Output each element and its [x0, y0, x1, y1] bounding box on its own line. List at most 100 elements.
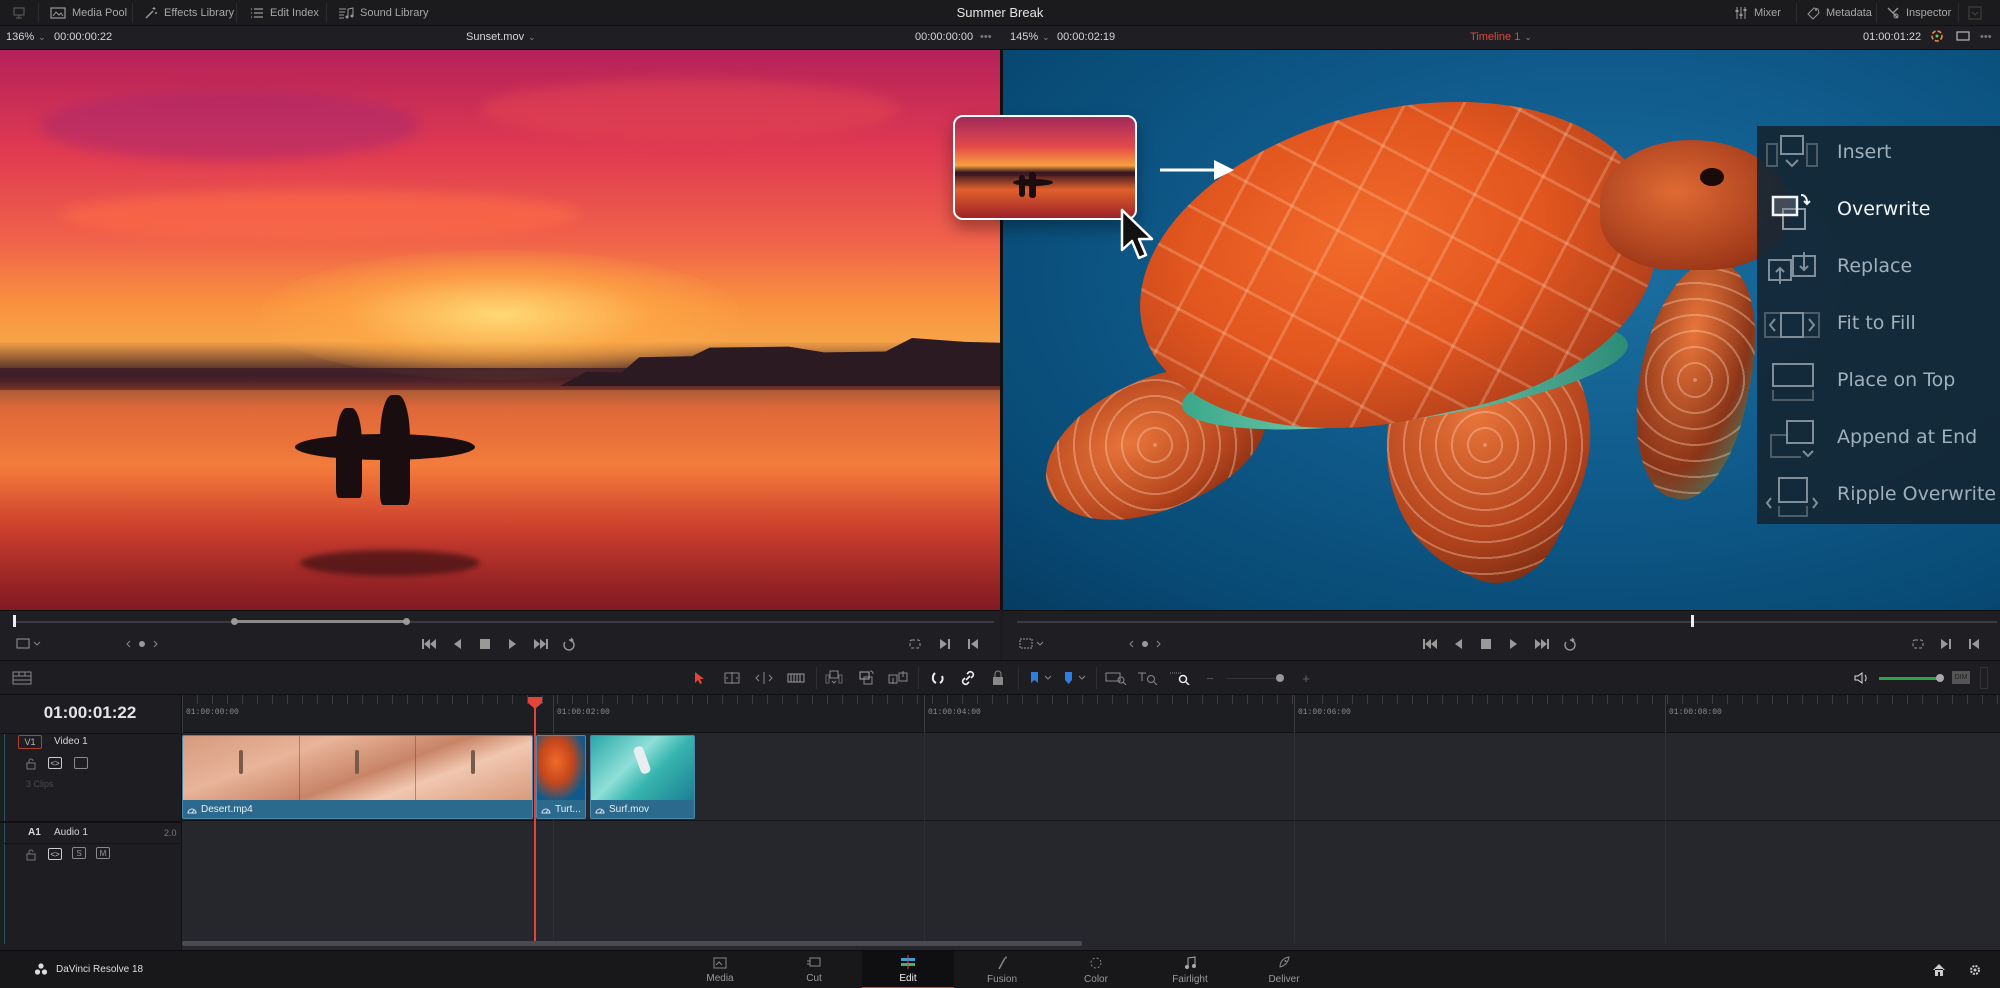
metadata-button[interactable]: Metadata: [1806, 0, 1872, 26]
video-track-name[interactable]: Video 1: [54, 736, 88, 747]
inspector-button[interactable]: Inspector: [1886, 0, 1951, 26]
mixer-button[interactable]: Mixer: [1734, 0, 1781, 26]
zoom-detail-button[interactable]: [1136, 669, 1160, 687]
settings-button[interactable]: [1968, 963, 1982, 982]
source-zoom-dropdown[interactable]: 136% ⌄: [6, 31, 46, 43]
blade-tool-button[interactable]: [786, 669, 806, 687]
sound-library-button[interactable]: Sound Library: [338, 0, 429, 26]
play-reverse-button[interactable]: [448, 636, 466, 652]
dynamic-trim-button[interactable]: [754, 669, 774, 687]
home-button[interactable]: [1932, 963, 1946, 982]
match-frame-button[interactable]: [1909, 636, 1927, 652]
jump-to-start-button[interactable]: [420, 636, 438, 652]
viewer-options-dropdown[interactable]: [1017, 636, 1047, 652]
replace-clip-button[interactable]: [888, 669, 908, 687]
overlay-fit-to-fill[interactable]: Fit to Fill: [1757, 297, 2000, 354]
v1-track-destination[interactable]: V1: [18, 735, 42, 749]
lock-track-icon[interactable]: [26, 757, 36, 775]
snapping-button[interactable]: [928, 669, 948, 687]
insert-clip-button[interactable]: [824, 669, 844, 687]
mark-out-button[interactable]: [964, 636, 982, 652]
zoom-slider-track[interactable]: [1226, 678, 1282, 679]
timeline-selector-dropdown[interactable]: Timeline 1 ⌄: [1470, 31, 1532, 43]
solo-button[interactable]: S: [72, 847, 86, 859]
stop-button[interactable]: [476, 636, 494, 652]
a1-track-destination[interactable]: A1: [28, 827, 41, 838]
source-scrubber[interactable]: [14, 621, 994, 623]
media-pool-button[interactable]: Media Pool: [50, 0, 127, 26]
disable-track-icon[interactable]: [74, 757, 88, 769]
flag-dropdown[interactable]: [1028, 669, 1056, 687]
volume-slider-handle[interactable]: [1936, 674, 1944, 682]
expand-panel-button[interactable]: [1968, 0, 1982, 26]
page-tab-fairlight[interactable]: Fairlight: [1144, 951, 1236, 988]
page-tab-color[interactable]: Color: [1050, 951, 1142, 988]
timeline-clip-turtle[interactable]: Turt...: [536, 735, 586, 819]
play-button[interactable]: [504, 636, 522, 652]
out-point-marker[interactable]: [403, 618, 410, 625]
timeline-clip-surf[interactable]: Surf.mov: [590, 735, 695, 819]
drag-clip-preview[interactable]: [953, 115, 1137, 220]
jog-control[interactable]: [1127, 636, 1163, 652]
marker-dropdown[interactable]: [1062, 669, 1090, 687]
page-tab-fusion[interactable]: Fusion: [956, 951, 1048, 988]
effects-library-button[interactable]: Effects Library: [144, 0, 234, 26]
viewer-options-dropdown[interactable]: [14, 636, 44, 652]
overlay-ripple-overwrite[interactable]: Ripple Overwrite: [1757, 468, 2000, 525]
auto-select-track-icon[interactable]: <>: [48, 848, 62, 860]
source-playhead[interactable]: [13, 615, 16, 627]
selection-tool-button[interactable]: [690, 669, 710, 687]
in-point-marker[interactable]: [231, 618, 238, 625]
timeline-ruler[interactable]: 01:00:00:00 01:00:02:00 01:00:04:00 01:0…: [182, 695, 2000, 733]
zoom-out-button[interactable]: −: [1200, 669, 1220, 687]
position-lock-button[interactable]: [988, 669, 1008, 687]
timeline-options-more-icon[interactable]: •••: [1980, 31, 1992, 43]
jump-to-start-button[interactable]: [1421, 636, 1439, 652]
timeline-horizontal-scrollbar[interactable]: [182, 941, 1082, 946]
match-frame-button[interactable]: [906, 636, 924, 652]
linked-selection-button[interactable]: [958, 669, 978, 687]
source-viewer[interactable]: [0, 50, 1000, 610]
stop-button[interactable]: [1477, 636, 1495, 652]
viewer-mode-icon[interactable]: [1956, 30, 1970, 45]
loop-button[interactable]: [560, 636, 578, 652]
lock-track-icon[interactable]: [26, 848, 36, 866]
overwrite-clip-button[interactable]: [856, 669, 876, 687]
color-wheel-icon[interactable]: [1930, 29, 1944, 46]
page-tab-edit[interactable]: Edit: [862, 951, 954, 988]
dim-button[interactable]: DIM: [1952, 671, 1970, 684]
timeline-view-options-button[interactable]: [10, 669, 34, 687]
loop-button[interactable]: [1561, 636, 1579, 652]
jump-to-end-button[interactable]: [1533, 636, 1551, 652]
overlay-insert[interactable]: Insert: [1757, 126, 2000, 183]
overlay-append-at-end[interactable]: Append at End: [1757, 411, 2000, 468]
workspace-toggle-button[interactable]: [12, 0, 26, 26]
audio-track-lane[interactable]: [182, 823, 2000, 943]
timeline-viewer-playhead[interactable]: [1691, 615, 1694, 627]
mark-in-button[interactable]: [936, 636, 954, 652]
mark-out-button[interactable]: [1965, 636, 1983, 652]
source-clip-dropdown[interactable]: Sunset.mov ⌄: [466, 31, 536, 43]
zoom-full-button[interactable]: [1104, 669, 1128, 687]
page-tab-deliver[interactable]: Deliver: [1238, 951, 1330, 988]
audio-track-name[interactable]: Audio 1: [54, 827, 88, 838]
edit-index-button[interactable]: Edit Index: [250, 0, 319, 26]
source-options-more-icon[interactable]: •••: [980, 31, 992, 43]
speaker-icon[interactable]: [1852, 669, 1872, 687]
zoom-slider-handle[interactable]: [1276, 674, 1284, 682]
trim-tool-button[interactable]: [722, 669, 742, 687]
overlay-place-on-top[interactable]: Place on Top: [1757, 354, 2000, 411]
jog-control[interactable]: [124, 636, 160, 652]
mute-button[interactable]: M: [96, 847, 110, 859]
play-button[interactable]: [1505, 636, 1523, 652]
timeline-zoom-dropdown[interactable]: 145% ⌄: [1010, 31, 1050, 43]
page-tab-media[interactable]: Media: [674, 951, 766, 988]
zoom-in-button[interactable]: +: [1296, 669, 1316, 687]
page-tab-cut[interactable]: Cut: [768, 951, 860, 988]
mark-in-button[interactable]: [1937, 636, 1955, 652]
timeline-scrubber[interactable]: [1017, 621, 1997, 623]
zoom-custom-button[interactable]: [1168, 669, 1192, 687]
overlay-overwrite[interactable]: Overwrite: [1757, 183, 2000, 240]
overlay-replace[interactable]: Replace: [1757, 240, 2000, 297]
volume-slider-track[interactable]: [1879, 677, 1939, 680]
